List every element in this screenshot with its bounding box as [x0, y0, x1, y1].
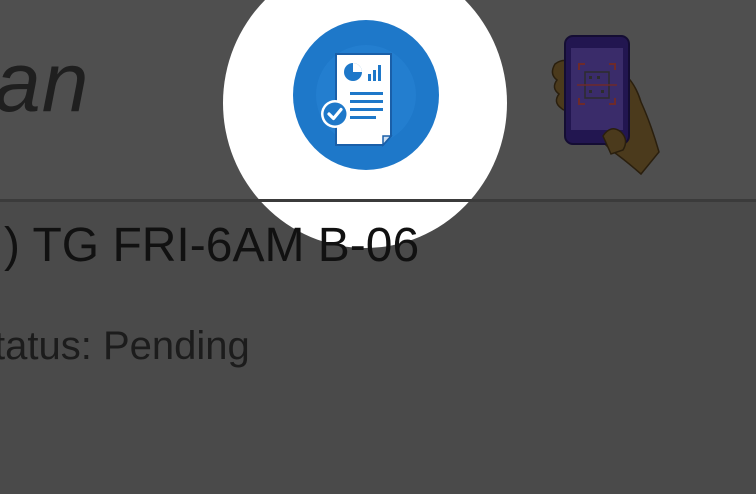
app-bar-divider [0, 199, 756, 202]
app-title: an [0, 35, 90, 129]
report-button[interactable] [293, 20, 439, 170]
report-check-icon [316, 45, 416, 147]
item-status: tatus: Pending [0, 324, 250, 368]
item-title: ) TG FRI-6AM B-06 [4, 219, 420, 272]
scan-button[interactable] [545, 32, 665, 182]
app-bar: an [0, 0, 756, 248]
phone-scan-icon [551, 35, 660, 176]
